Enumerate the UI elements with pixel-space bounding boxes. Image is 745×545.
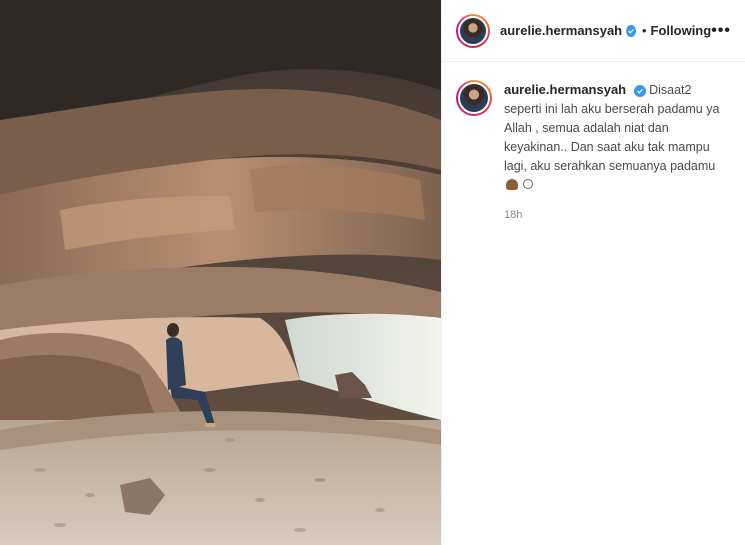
post-header: aurelie.hermansyah • Following ••• <box>442 0 745 62</box>
post-photo[interactable] <box>0 0 441 545</box>
copyright-icon <box>523 179 534 189</box>
separator-dot: • <box>641 23 647 38</box>
following-button[interactable]: Following <box>651 23 712 38</box>
caption-comment: aurelie.hermansyah Disaat2 seperti ini l… <box>442 62 745 221</box>
pray-icon <box>506 179 518 190</box>
post-side-panel: aurelie.hermansyah • Following ••• aurel… <box>441 0 745 545</box>
verified-badge-icon <box>626 24 636 37</box>
timestamp[interactable]: 18h <box>504 209 724 221</box>
verified-badge-icon <box>633 85 646 97</box>
comment-body: aurelie.hermansyah Disaat2 seperti ini l… <box>504 80 724 221</box>
more-options-icon[interactable]: ••• <box>711 22 731 40</box>
avatar[interactable] <box>456 13 490 48</box>
caption-text: aurelie.hermansyah Disaat2 seperti ini l… <box>504 80 724 195</box>
caption-username[interactable]: aurelie.hermansyah <box>504 82 626 97</box>
avatar[interactable] <box>456 80 492 116</box>
cave-beach-photo <box>0 0 441 545</box>
header-username[interactable]: aurelie.hermansyah <box>500 23 622 38</box>
